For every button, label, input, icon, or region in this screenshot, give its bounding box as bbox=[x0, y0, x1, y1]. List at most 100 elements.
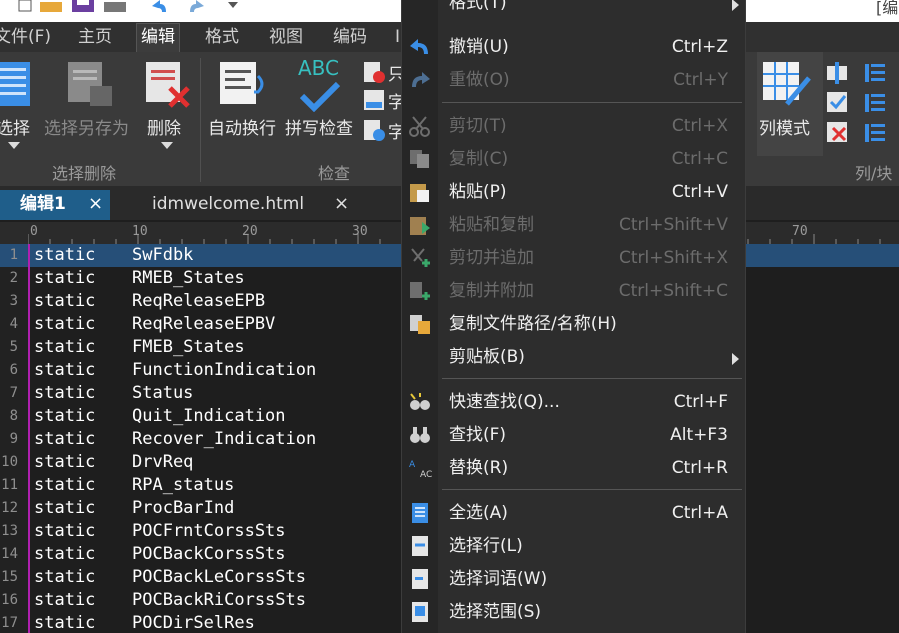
select-button[interactable]: 选择 bbox=[0, 52, 36, 156]
menu-item[interactable]: 复制(C) Ctrl+C bbox=[402, 143, 747, 176]
menu-item[interactable]: 重做(O) Ctrl+Y bbox=[402, 64, 747, 97]
line-number: 11 bbox=[1, 477, 18, 493]
new-file-icon[interactable] bbox=[18, 0, 32, 12]
ruler-mark: 10 bbox=[132, 224, 148, 239]
column-mode-label: 列模式 bbox=[759, 119, 810, 139]
identifier-token: POCDirSelRes bbox=[132, 613, 255, 633]
identifier-token: POCBackCorssSts bbox=[132, 544, 286, 564]
fill-column-icon[interactable] bbox=[827, 92, 849, 114]
auto-wrap-button[interactable]: 自动换行 bbox=[206, 52, 282, 156]
menu-encoding[interactable]: 编码 bbox=[333, 26, 367, 48]
quick-find-icon bbox=[410, 393, 430, 410]
save-selection-icon bbox=[68, 62, 112, 106]
identifier-token: ReqReleaseEPBV bbox=[132, 314, 276, 334]
keyword-token: static bbox=[34, 498, 96, 518]
column-list-icon[interactable] bbox=[865, 62, 887, 84]
spell-abc-text: ABC bbox=[298, 56, 340, 80]
print-icon[interactable] bbox=[104, 0, 126, 12]
delete-button[interactable]: 删除 bbox=[140, 52, 196, 156]
copy-icon bbox=[410, 150, 429, 168]
menu-home[interactable]: 主页 bbox=[78, 26, 112, 48]
menu-item-shortcut: Ctrl+Shift+V bbox=[618, 215, 728, 235]
open-folder-icon[interactable] bbox=[40, 0, 62, 12]
column-list-icon[interactable] bbox=[865, 92, 887, 114]
side-item-2[interactable]: 字 bbox=[364, 90, 405, 114]
menu-item-shortcut: Ctrl+C bbox=[671, 149, 728, 169]
keyword-token: static bbox=[34, 613, 96, 633]
qat-dropdown-icon[interactable] bbox=[228, 0, 240, 12]
select-all-icon bbox=[412, 503, 428, 523]
column-mode-button[interactable]: 列模式 bbox=[757, 52, 823, 156]
menu-item[interactable]: A AC 替换(R) Ctrl+R bbox=[402, 452, 747, 485]
menu-edit[interactable]: 编辑 bbox=[136, 23, 180, 52]
chevron-down-icon bbox=[161, 142, 173, 149]
redo-icon[interactable] bbox=[190, 0, 206, 12]
menu-item[interactable]: 选择行(L) bbox=[402, 530, 747, 563]
delete-column-icon[interactable] bbox=[827, 122, 849, 144]
side-item-1[interactable]: 只 bbox=[364, 62, 405, 86]
copy-append-icon bbox=[410, 282, 430, 300]
tab-edit1[interactable]: 编辑1 × bbox=[0, 190, 110, 220]
menu-item[interactable]: 格式(T) bbox=[402, 0, 747, 20]
menu-item[interactable]: 粘贴和复制 Ctrl+Shift+V bbox=[402, 209, 747, 242]
close-icon[interactable]: × bbox=[334, 190, 349, 218]
keyword-token: static bbox=[34, 337, 96, 357]
menu-item[interactable]: 撤销(U) Ctrl+Z bbox=[402, 31, 747, 64]
menu-item-label: 复制并附加 bbox=[449, 281, 534, 301]
menu-view[interactable]: 视图 bbox=[269, 26, 303, 48]
menu-item[interactable]: 复制并附加 Ctrl+Shift+C bbox=[402, 275, 747, 308]
identifier-token: POCFrntCorssSts bbox=[132, 521, 286, 541]
side-item-3[interactable]: 字 bbox=[364, 120, 405, 144]
line-number: 6 bbox=[9, 362, 18, 378]
menu-item-label: 查找(F) bbox=[449, 425, 507, 445]
identifier-token: FunctionIndication bbox=[132, 360, 317, 380]
menu-item-label: 粘贴和复制 bbox=[449, 215, 534, 235]
menu-item-shortcut: Ctrl+X bbox=[671, 116, 728, 136]
redo-icon bbox=[412, 72, 430, 87]
select-save-as-button[interactable]: 选择另存为 bbox=[40, 52, 136, 156]
menu-item-label: 剪切并追加 bbox=[449, 248, 534, 268]
menu-item[interactable]: 剪贴板(B) bbox=[402, 341, 747, 374]
select-line-icon bbox=[412, 536, 428, 556]
identifier-token: POCBackRiCorssSts bbox=[132, 590, 306, 610]
line-number: 1 bbox=[9, 247, 18, 263]
replace-icon: A AC bbox=[409, 460, 432, 479]
gutter-marker-bar bbox=[28, 244, 30, 633]
ruler-mark: 20 bbox=[242, 224, 258, 239]
menu-item[interactable]: 剪切并追加 Ctrl+Shift+X bbox=[402, 242, 747, 275]
menu-item[interactable]: 粘贴(P) Ctrl+V bbox=[402, 176, 747, 209]
menu-item-label: 复制(C) bbox=[449, 149, 509, 169]
close-icon[interactable]: × bbox=[88, 190, 103, 218]
select-word-icon bbox=[412, 569, 428, 589]
menu-item[interactable]: 剪切(T) Ctrl+X bbox=[402, 110, 747, 143]
save-icon[interactable] bbox=[72, 0, 94, 12]
menu-item[interactable]: 复制文件路径/名称(H) bbox=[402, 308, 747, 341]
undo-icon[interactable] bbox=[150, 0, 166, 12]
menu-item[interactable]: 选择范围(S) bbox=[402, 596, 747, 629]
identifier-token: Recover_Indication bbox=[132, 429, 317, 449]
tab-idmwelcome[interactable]: idmwelcome.html × bbox=[112, 190, 356, 220]
menu-item-label: 替换(R) bbox=[449, 458, 509, 478]
identifier-token: SwFdbk bbox=[132, 245, 194, 265]
menu-item-label: 快速查找(Q)... bbox=[449, 392, 560, 412]
menu-item-label: 选择词语(W) bbox=[449, 569, 548, 589]
group-label-check: 检查 bbox=[318, 164, 351, 183]
editor-window: [编 文件(F) 主页 编辑 格式 视图 编码 I 选择 选择另存为 删除 选择… bbox=[0, 0, 899, 633]
keyword-token: static bbox=[34, 452, 96, 472]
column-list-icon[interactable] bbox=[865, 122, 887, 144]
svg-text:AC: AC bbox=[420, 470, 432, 479]
insert-column-icon[interactable] bbox=[827, 62, 849, 84]
menu-item[interactable]: 快速查找(Q)... Ctrl+F bbox=[402, 386, 747, 419]
menu-file[interactable]: 文件(F) bbox=[0, 26, 51, 48]
menu-item[interactable]: 查找(F) Alt+F3 bbox=[402, 419, 747, 452]
line-number: 5 bbox=[9, 339, 18, 355]
line-number: 2 bbox=[9, 270, 18, 286]
identifier-token: DrvReq bbox=[132, 452, 194, 472]
menu-item[interactable]: 选择词语(W) bbox=[402, 563, 747, 596]
menu-more[interactable]: I bbox=[395, 26, 400, 48]
menu-item[interactable]: 全选(A) Ctrl+A bbox=[402, 497, 747, 530]
context-menu: 格式(T) 撤销(U) Ctrl+Z 重做(O) Ctrl+Y 剪切(T) Ctrl+X 复制… bbox=[401, 0, 746, 633]
spell-check-button[interactable]: ABC 拼写检查 bbox=[284, 52, 360, 156]
menu-format[interactable]: 格式 bbox=[205, 26, 239, 48]
keyword-token: static bbox=[34, 245, 96, 265]
